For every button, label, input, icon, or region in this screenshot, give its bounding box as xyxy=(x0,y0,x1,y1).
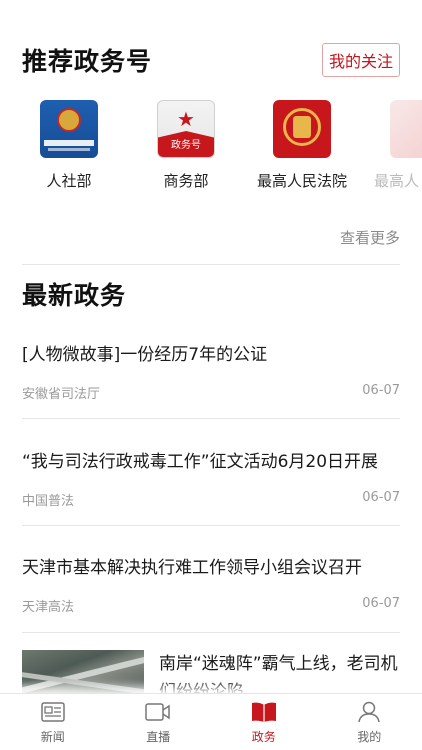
news-item[interactable]: 天津市基本解决执行难工作领导小组会议召开 天津高法 06-07 xyxy=(22,553,400,615)
news-source: 天津高法 xyxy=(22,600,75,615)
account-name: 商务部 xyxy=(163,172,209,190)
divider xyxy=(22,264,400,265)
mofcom-logo-icon: ★ 政务号 xyxy=(157,100,215,158)
news-item[interactable]: “我与司法行政戒毒工作”征文活动6月20日开展 中国普法 06-07 xyxy=(22,447,400,509)
account-procuratorate[interactable]: 最高人 xyxy=(360,100,422,191)
procuratorate-logo-icon xyxy=(390,100,422,158)
account-court[interactable]: 最高人民法院 xyxy=(243,100,361,191)
tab-label: 我的 xyxy=(357,729,382,744)
hrss-logo-icon xyxy=(40,100,98,158)
news-date: 06-07 xyxy=(362,490,400,505)
recommend-header: 推荐政务号 我的关注 xyxy=(22,42,400,78)
latest-title: 最新政务 xyxy=(22,281,127,310)
account-name: 最高人 xyxy=(374,172,420,190)
account-hrss[interactable]: 人社部 xyxy=(10,100,128,191)
news-headline: “我与司法行政戒毒工作”征文活动6月20日开展 xyxy=(22,452,379,472)
court-logo-icon xyxy=(273,100,331,158)
video-icon xyxy=(145,700,171,724)
my-follow-button[interactable]: 我的关注 xyxy=(321,43,400,77)
account-name: 最高人民法院 xyxy=(256,172,347,190)
see-more-link[interactable]: 查看更多 xyxy=(340,227,400,248)
book-icon xyxy=(251,700,277,724)
news-item[interactable]: [人物微故事]一份经历7年的公证 安徽省司法厅 06-07 xyxy=(22,340,400,402)
news-headline: [人物微故事]一份经历7年的公证 xyxy=(22,345,268,365)
mofcom-badge: 政务号 xyxy=(158,131,214,157)
tab-label: 政务 xyxy=(251,729,276,744)
account-name: 人社部 xyxy=(46,172,92,190)
tab-live[interactable]: 直播 xyxy=(106,694,212,750)
tab-label: 直播 xyxy=(146,729,171,744)
tab-government[interactable]: 政务 xyxy=(211,694,317,750)
tab-bar: 新闻 直播 政务 我的 xyxy=(0,693,422,750)
news-icon xyxy=(40,700,66,724)
divider xyxy=(22,525,400,526)
divider xyxy=(22,418,400,419)
recommend-title: 推荐政务号 xyxy=(22,47,153,76)
tab-profile[interactable]: 我的 xyxy=(317,694,422,750)
news-source: 中国普法 xyxy=(22,494,75,509)
account-carousel[interactable]: 人社部 ★ 政务号 商务部 最高人民法院 最高人 xyxy=(0,100,422,200)
news-headline: 天津市基本解决执行难工作领导小组会议召开 xyxy=(22,558,362,578)
tab-news[interactable]: 新闻 xyxy=(0,694,106,750)
news-date: 06-07 xyxy=(362,383,400,398)
news-source: 安徽省司法厅 xyxy=(22,387,101,402)
divider xyxy=(22,632,400,633)
user-icon xyxy=(356,700,382,724)
tab-label: 新闻 xyxy=(40,729,65,744)
account-mofcom[interactable]: ★ 政务号 商务部 xyxy=(127,100,245,191)
news-date: 06-07 xyxy=(362,596,400,611)
